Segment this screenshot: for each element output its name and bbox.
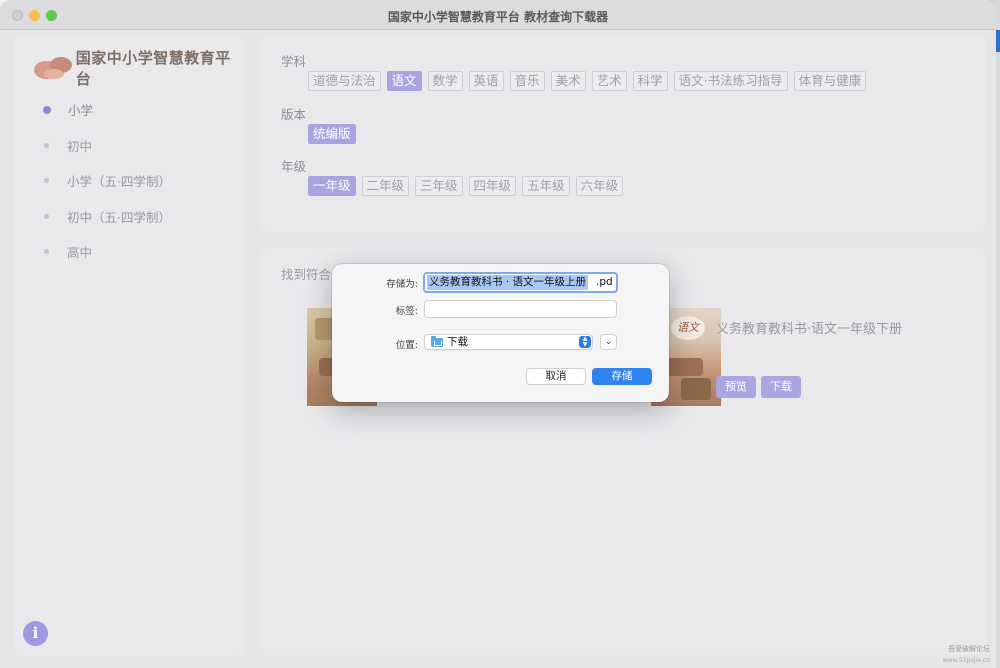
save-button[interactable]: 存储 bbox=[592, 368, 652, 385]
edition-label: 版本 bbox=[281, 107, 307, 122]
sidebar-item-primary-54[interactable]: 小学（五·四学制） bbox=[14, 163, 245, 199]
subject-chip[interactable]: 体育与健康 bbox=[793, 71, 867, 91]
cancel-button[interactable]: 取消 bbox=[526, 368, 586, 385]
subject-chip[interactable]: 道德与法治 bbox=[308, 71, 381, 91]
results-title: 找到符合 bbox=[281, 267, 332, 282]
grade-chip[interactable]: 三年级 bbox=[415, 176, 463, 196]
grade-chip[interactable]: 五年级 bbox=[522, 176, 570, 196]
subject-chip[interactable]: 英语 bbox=[468, 71, 504, 91]
app-window: 国家中小学智慧教育平台 教材查询下载器 国家中小学智慧教育平台 小学 初中 小学… bbox=[0, 0, 996, 668]
window-title: 国家中小学智慧教育平台 教材查询下载器 bbox=[387, 10, 609, 24]
sidebar-item-primary[interactable]: 小学 bbox=[14, 92, 245, 128]
dot-icon bbox=[44, 142, 49, 148]
downloads-folder-icon bbox=[431, 336, 443, 347]
expand-dialog-button[interactable]: ⌄ bbox=[600, 334, 617, 350]
filename-selected-text: 义务教育教科书 · 语文一年级上册 bbox=[427, 275, 589, 290]
filter-panel: 学科 道德与法治 语文 数学 英语 音乐 美术 艺术 科学 语文·书法练习指导 … bbox=[261, 36, 986, 233]
book-title: 义务教育教科书·语文一年级下册 bbox=[716, 322, 903, 337]
subject-chip[interactable]: 科学 bbox=[632, 71, 668, 91]
sidebar-item-senior[interactable]: 高中 bbox=[14, 234, 245, 270]
filename-extension: .pd bbox=[596, 276, 613, 288]
sidebar-item-label: 初中 bbox=[67, 138, 93, 154]
logo-cloud-icon bbox=[32, 53, 76, 83]
watermark-url: www.52pojie.cn bbox=[942, 657, 990, 664]
sidebar-item-label: 初中（五·四学制） bbox=[67, 209, 171, 225]
sidebar-item-label: 高中 bbox=[67, 245, 93, 261]
stage-nav: 小学 初中 小学（五·四学制） 初中（五·四学制） 高中 bbox=[14, 92, 245, 270]
download-button[interactable]: 下载 bbox=[761, 376, 801, 398]
subject-chip-selected[interactable]: 语文 bbox=[386, 71, 422, 91]
dot-icon bbox=[44, 178, 49, 184]
subject-chip[interactable]: 数学 bbox=[427, 71, 463, 91]
save-dialog: 存储为: 义务教育教科书 · 语文一年级上册 .pd 标签: 位置: 下载 ▲ ▼… bbox=[332, 264, 669, 402]
edition-chips: 统编版 bbox=[308, 124, 356, 144]
sidebar: 国家中小学智慧教育平台 小学 初中 小学（五·四学制） 初中（五·四学制） 高中 bbox=[14, 36, 245, 656]
save-as-label: 存储为: bbox=[386, 279, 418, 290]
subject-label: 学科 bbox=[281, 54, 307, 69]
grade-chips: 一年级 二年级 三年级 四年级 五年级 六年级 bbox=[308, 176, 624, 196]
sidebar-item-junior[interactable]: 初中 bbox=[14, 128, 245, 164]
logo: 国家中小学智慧教育平台 bbox=[32, 49, 245, 88]
logo-text: 国家中小学智慧教育平台 bbox=[75, 49, 231, 88]
grade-chip-selected[interactable]: 一年级 bbox=[308, 176, 356, 196]
subject-chip[interactable]: 美术 bbox=[550, 71, 586, 91]
subject-chips: 道德与法治 语文 数学 英语 音乐 美术 艺术 科学 语文·书法练习指导 体育与… bbox=[308, 71, 867, 91]
dot-icon bbox=[44, 249, 49, 255]
preview-button[interactable]: 预览 bbox=[716, 376, 756, 398]
chevron-down-icon: ⌄ bbox=[604, 337, 613, 347]
chevron-updown-icon: ▲ ▼ bbox=[579, 336, 591, 348]
cover-title: 语文 bbox=[671, 316, 705, 340]
edition-chip-selected[interactable]: 统编版 bbox=[308, 124, 356, 144]
title-bar[interactable]: 国家中小学智慧教育平台 教材查询下载器 bbox=[0, 0, 996, 30]
sidebar-item-label: 小学 bbox=[68, 103, 94, 119]
subject-chip[interactable]: 艺术 bbox=[591, 71, 627, 91]
subject-chip[interactable]: 音乐 bbox=[509, 71, 545, 91]
active-dot-icon bbox=[43, 105, 51, 114]
subject-chip[interactable]: 语文·书法练习指导 bbox=[673, 71, 788, 91]
sidebar-item-junior-54[interactable]: 初中（五·四学制） bbox=[14, 199, 245, 235]
watermark-text: 吾爱破解论坛 bbox=[948, 645, 990, 653]
filename-field[interactable]: 义务教育教科书 · 语文一年级上册 .pd bbox=[423, 272, 618, 293]
tags-label: 标签: bbox=[395, 306, 418, 317]
dot-icon bbox=[44, 213, 49, 219]
tags-field[interactable] bbox=[424, 300, 617, 318]
location-select[interactable]: 下载 ▲ ▼ bbox=[424, 334, 593, 350]
grade-chip[interactable]: 二年级 bbox=[361, 176, 410, 196]
grade-chip[interactable]: 四年级 bbox=[468, 176, 517, 196]
location-label: 位置: bbox=[395, 340, 418, 351]
info-icon[interactable]: i bbox=[23, 621, 48, 646]
sidebar-item-label: 小学（五·四学制） bbox=[67, 174, 171, 190]
grade-label: 年级 bbox=[281, 159, 307, 174]
grade-chip[interactable]: 六年级 bbox=[575, 176, 624, 196]
location-value: 下载 bbox=[447, 336, 468, 348]
